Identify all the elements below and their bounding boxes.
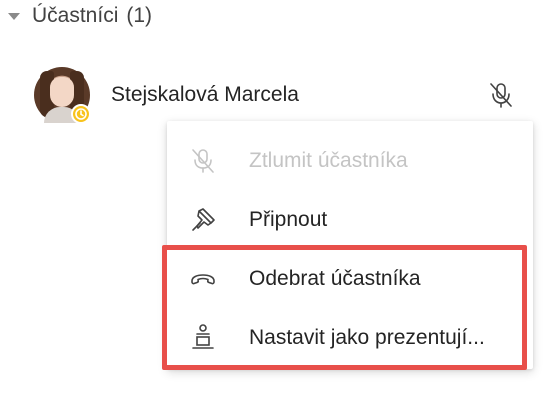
chevron-down-icon — [8, 12, 20, 20]
participant-row[interactable]: Stejskalová Marcela — [34, 66, 522, 124]
status-badge — [71, 104, 91, 124]
menu-item-pin[interactable]: Připnout — [167, 191, 533, 249]
menu-item-mute-participant[interactable]: Ztlumit účastníka — [167, 132, 533, 190]
mic-off-icon — [192, 149, 214, 173]
menu-item-make-presenter[interactable]: Nastavit jako prezentují... — [167, 309, 533, 367]
presenter-icon — [192, 324, 214, 349]
mic-muted-icon[interactable] — [486, 80, 516, 110]
section-title: Účastníci — [32, 4, 119, 27]
participants-section-header[interactable]: Účastníci (1) — [4, 4, 152, 28]
menu-item-remove-participant[interactable]: Odebrat účastníka — [167, 250, 533, 308]
menu-item-label: Ztlumit účastníka — [249, 149, 408, 172]
avatar — [34, 67, 91, 124]
participant-context-menu: Ztlumit účastníka Připnout Odebrat účast… — [167, 121, 533, 369]
clock-icon — [75, 108, 87, 120]
menu-item-label: Připnout — [249, 208, 328, 231]
hang-up-icon — [191, 274, 215, 285]
menu-item-label: Nastavit jako prezentují... — [249, 326, 485, 349]
participant-count: (1) — [126, 4, 153, 27]
menu-item-label: Odebrat účastníka — [249, 267, 421, 290]
pin-icon — [192, 208, 215, 231]
participant-name: Stejskalová Marcela — [111, 83, 299, 106]
